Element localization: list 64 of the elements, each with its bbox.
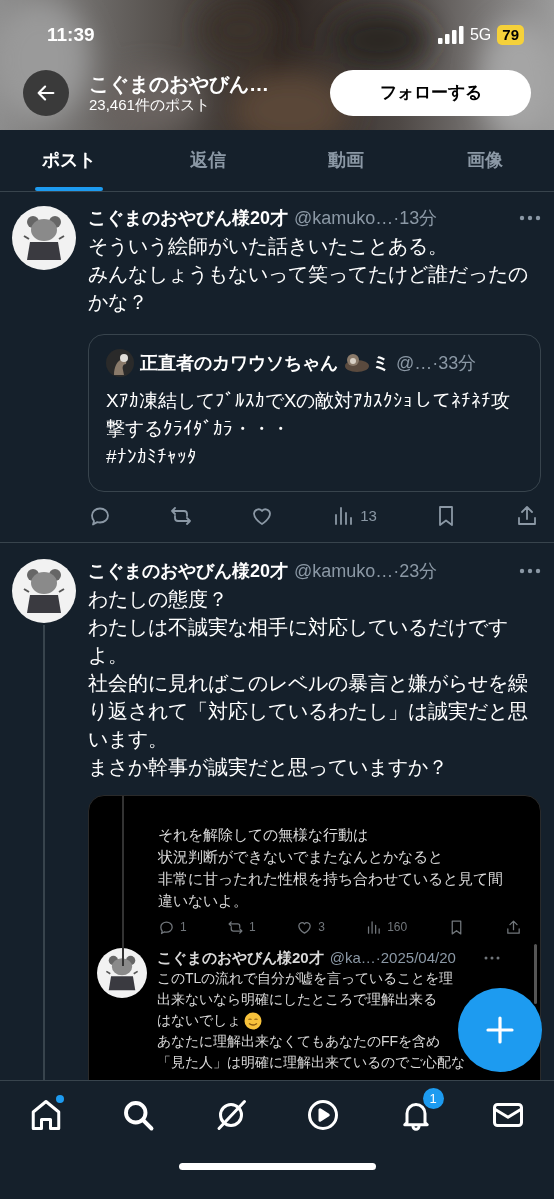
more-icon[interactable] [519, 215, 541, 221]
network-label: 5G [469, 25, 492, 45]
tab[interactable]: 返信 [138, 130, 277, 191]
post-text: 社会的に見ればこのレベルの暴言と嫌がらせを繰り返されて「対応しているわたし」は誠実だと思います。 [88, 671, 529, 752]
author-handle: @kamuko… [294, 207, 394, 230]
quoted-post[interactable]: 正直者のカワウソちゃん ミ @…·33分 Xｱｶ凍結してﾌﾞﾙｽｶでXの敵対ｱｶｽｸｼｮしてﾈﾁﾈﾁ攻撃するｸﾗｲﾀﾞｶﾗ・・・ #ﾅﾝｶﾐﾁｬｯﾀ [88, 334, 541, 492]
embedded-screenshot[interactable]: それを解除しての無様な行動は 状況判断ができないでまたなんとかなると 非常に甘ったれた性根を持ち合わせていると見て間違いないよ。 1 1 3 160 こぐまのおやびん様20才 @ka…·2025/04/20 このTLの流れで自分が嘘を言っていることを理 出来ないなら明確にしたところで理解出来る はないでしょ あなたに理解出来なくてもあなたのFFを含め 「見た人」は明確に理解出来ているのでご心配な [88, 795, 541, 1080]
otter-icon [344, 352, 370, 374]
action-count: 1 [180, 919, 187, 936]
avatar[interactable] [97, 948, 147, 998]
screenshot-text-line: あなたに理解出来なくてもあなたのFFを含め [157, 1032, 441, 1051]
quoted-time: ·33分 [432, 351, 477, 375]
author-name: こぐまのおやびん様20才 [88, 207, 289, 230]
scrollbar [534, 944, 537, 1004]
post-text: わたしは不誠実な相手に対応しているだけですよ。 [88, 615, 509, 668]
more-icon[interactable] [483, 956, 500, 960]
notification-badge: 1 [422, 1088, 444, 1109]
share-icon[interactable] [504, 918, 522, 936]
post-text: みんなしょうもないって笑ってたけど誰だったのかな？ [88, 262, 529, 315]
quoted-text: Xｱｶ凍結してﾌﾞﾙｽｶでXの敵対ｱｶｽｸｼｮしてﾈﾁﾈﾁ攻撃するｸﾗｲﾀﾞｶﾗ・・・ #ﾅﾝｶﾐﾁｬｯﾀ [106, 389, 512, 469]
profile-name: こぐまのおやびん… [89, 72, 270, 96]
smiling-face-icon [244, 1011, 262, 1030]
author-handle: @ka… [329, 948, 376, 968]
follow-button[interactable]: フォローする [330, 70, 531, 116]
screenshot-text-line: このTLの流れで自分が嘘を言っていることを理 [157, 969, 454, 988]
screenshot-text: それを解除しての無様な行動は [158, 825, 369, 845]
battery-indicator: 79 [497, 25, 524, 45]
tab[interactable]: 動画 [277, 130, 416, 191]
avatar[interactable] [12, 559, 76, 623]
quoted-handle: @… [396, 351, 433, 375]
screenshot-text-line: 出来ないなら明確にしたところで理解出来る [157, 990, 437, 1009]
author-name: こぐまのおやびん様20才 [88, 560, 289, 583]
views-icon[interactable] [365, 918, 383, 936]
action-count: 13 [360, 505, 377, 526]
screenshot-text: 状況判断ができないでまたなんとかなると [158, 847, 444, 867]
author-handle: @kamuko… [294, 560, 394, 583]
action-count: 1 [249, 919, 256, 936]
action-count: 3 [318, 919, 325, 936]
repost-icon[interactable] [169, 504, 194, 528]
tab[interactable]: ポスト [0, 130, 139, 191]
name-suffix: ミ [372, 351, 390, 375]
author-name: こぐまのおやびん様20才 [157, 948, 324, 968]
avatar[interactable] [12, 206, 76, 270]
post-count: 23,461件のポスト [89, 96, 211, 114]
signal-icon [437, 26, 464, 44]
action-count: 160 [387, 919, 408, 936]
screenshot-text: 非常に甘ったれた性根を持ち合わせていると見て間違いないよ。 [158, 869, 504, 911]
post-text: そういう絵師がいた話きいたことある。 [88, 234, 449, 259]
status-time: 11:39 [47, 22, 95, 47]
post-time: ·2025/04/20 [375, 948, 456, 968]
repost-icon[interactable] [227, 918, 245, 936]
plus-icon [485, 1015, 515, 1045]
post-text: まさか幹事が誠実だと思っていますか？ [88, 755, 449, 780]
screenshot-text-line: 「見た人」は明確に理解出来ているのでご心配な [157, 1053, 465, 1072]
more-icon[interactable] [519, 568, 541, 574]
post-time: ·13分 [393, 207, 438, 230]
tab[interactable]: 画像 [415, 130, 554, 191]
share-icon[interactable] [515, 504, 539, 528]
tab-indicator [35, 187, 104, 191]
screenshot-text-line: はないでしょ [157, 1011, 241, 1030]
avatar[interactable] [106, 349, 134, 377]
quoted-author: 正直者のカワウソちゃん [140, 351, 338, 375]
post-text: わたしの態度？ [88, 587, 229, 612]
post-time: ·23分 [393, 560, 438, 583]
